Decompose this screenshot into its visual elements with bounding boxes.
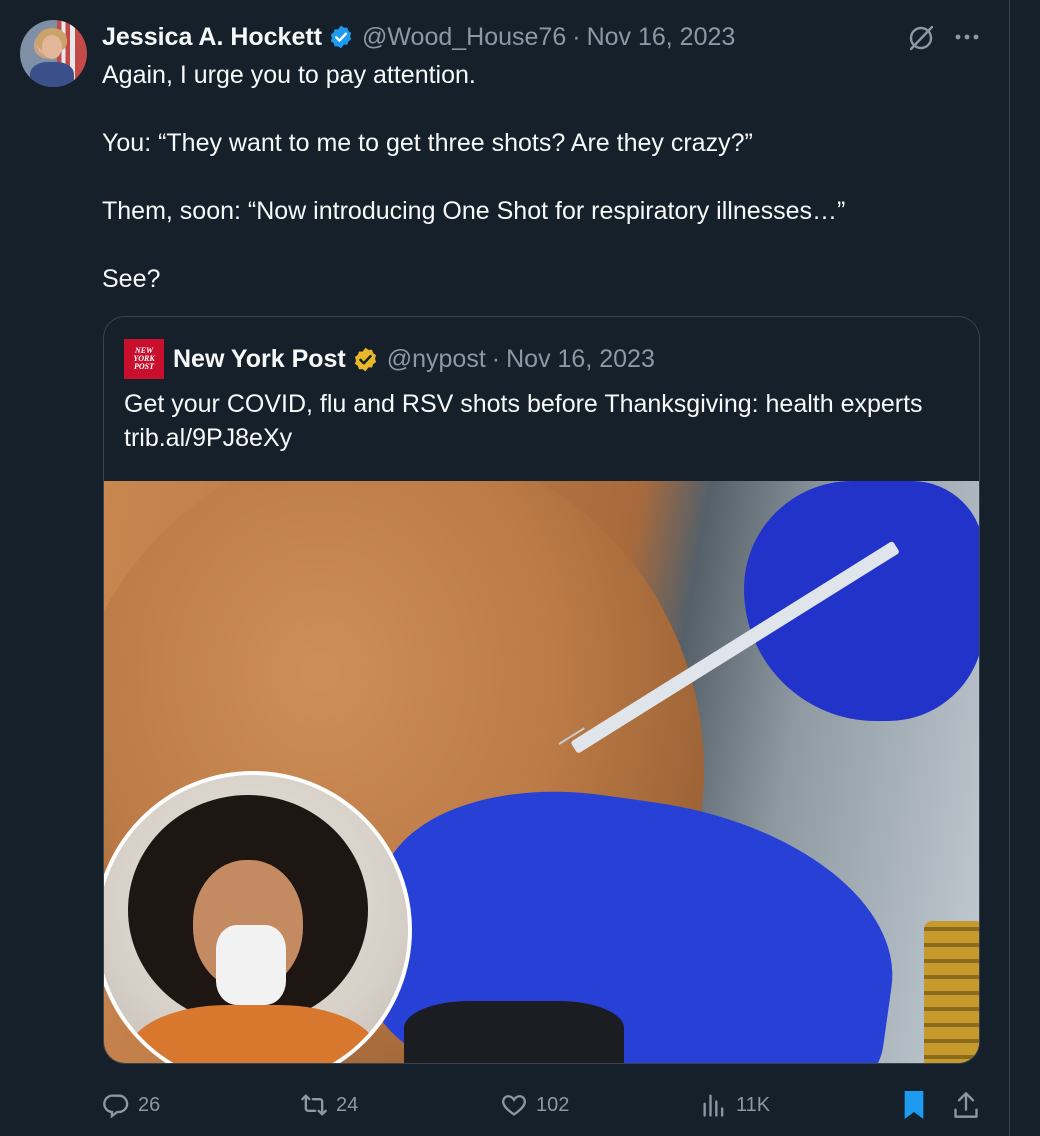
author-name[interactable]: Jessica A. Hockett [102,23,322,52]
views-count: 11K [736,1093,771,1116]
quoted-handle[interactable]: @nypost [387,345,486,374]
quoted-body: Get your COVID, flu and RSV shots before… [124,387,964,455]
reply-count: 26 [138,1093,161,1116]
quoted-date[interactable]: Nov 16, 2023 [506,345,655,374]
header-separator: · [572,22,581,51]
reply-button[interactable]: 26 [102,1088,160,1122]
quoted-separator: · [491,344,501,373]
tweet-body: Again, I urge you to pay attention. You:… [102,58,982,296]
nypost-logo[interactable]: NEW YORK POST [124,339,164,379]
share-icon[interactable] [952,1088,980,1122]
like-count: 102 [536,1093,570,1116]
repost-count: 24 [336,1093,359,1116]
repost-button[interactable]: 24 [300,1088,358,1122]
like-icon [502,1095,526,1116]
repost-icon [301,1094,327,1116]
tweet-paragraph: Them, soon: “Now introducing One Shot fo… [102,197,846,225]
quoted-text: Get your COVID, flu and RSV shots before… [124,390,923,418]
action-bar: 26 24 102 11K [102,1088,982,1122]
tweet-paragraph: You: “They want to me to get three shots… [102,129,753,157]
bookmark-icon[interactable] [900,1088,928,1122]
more-icon[interactable] [953,30,981,44]
quoted-link[interactable]: trib.al/9PJ8eXy [124,421,964,455]
grok-icon[interactable] [905,22,937,54]
reply-icon [103,1094,129,1119]
author-handle[interactable]: @Wood_House76 [362,23,566,52]
quoted-tweet[interactable]: NEW YORK POST New York Post @nypost · No… [103,316,980,1064]
tweet-paragraph: Again, I urge you to pay attention. [102,61,476,89]
views-icon [703,1094,724,1117]
quoted-header: NEW YORK POST New York Post @nypost · No… [124,339,655,379]
like-button[interactable]: 102 [500,1088,569,1122]
verified-badge-icon [330,25,352,49]
tweet-header: Jessica A. Hockett @Wood_House76 · Nov 1… [102,20,735,54]
author-avatar[interactable] [20,20,87,87]
column-divider [1009,0,1010,1136]
quoted-media-image[interactable] [104,481,979,1063]
tweet-paragraph: See? [102,265,161,293]
views-button[interactable]: 11K [700,1088,770,1122]
tweet-date[interactable]: Nov 16, 2023 [587,23,736,52]
quoted-author-name[interactable]: New York Post [173,345,346,374]
verified-org-badge-icon [354,347,376,371]
